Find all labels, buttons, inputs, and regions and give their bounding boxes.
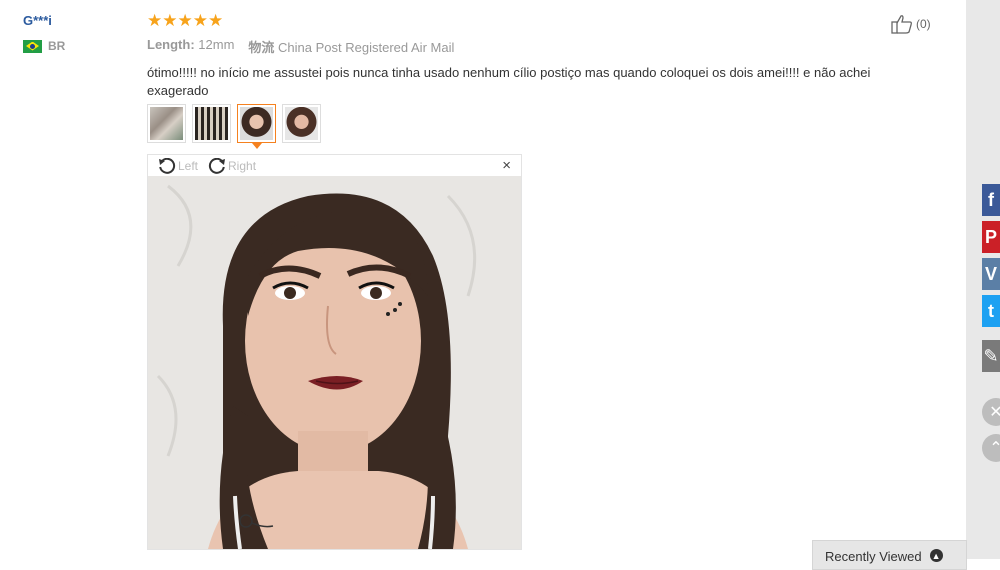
length-value: 12mm [198, 37, 235, 52]
selfie-photo-2 [285, 107, 318, 140]
facebook-share-button[interactable]: f [982, 184, 1000, 216]
edit-icon: ✎ [983, 345, 999, 366]
brazil-flag-icon [23, 39, 42, 53]
chevron-up-icon: ⌃ [989, 440, 1000, 457]
pinterest-share-button[interactable]: P [982, 221, 1000, 253]
review-text: ótimo!!!!! no início me assustei pois nu… [147, 65, 871, 98]
review-meta: Length: 12mm 物流 China Post Registered Ai… [147, 37, 907, 56]
rotate-right-icon [208, 157, 226, 174]
rotate-left-label: Left [178, 158, 199, 173]
reviewer-info: G***i BR [23, 13, 65, 53]
edit-button[interactable]: ✎ [982, 340, 1000, 372]
review-body: ★★★★★ Length: 12mm 物流 China Post Registe… [147, 11, 907, 149]
reviewer-name[interactable]: G***i [23, 13, 65, 28]
reviewer-country: BR [23, 39, 65, 53]
facebook-icon: f [988, 189, 994, 210]
rotate-left-icon [159, 157, 176, 174]
review-thumbnail-active[interactable] [237, 104, 276, 149]
shipping-label: 物流 [248, 40, 275, 55]
shipping-value: China Post Registered Air Mail [278, 40, 455, 55]
rotate-left-button[interactable]: Left [158, 157, 199, 174]
selfie-photo-1 [240, 107, 273, 140]
star-rating: ★★★★★ [147, 11, 224, 30]
review-thumbnail[interactable] [282, 104, 321, 143]
lashes-tray-photo [195, 107, 228, 140]
thumbs-up-icon [891, 15, 912, 34]
rotate-right-button[interactable]: Right [208, 157, 257, 174]
image-viewer: Left Right × [147, 154, 522, 550]
vk-icon: V [984, 263, 997, 284]
viewer-toolbar: Left Right × [148, 155, 521, 176]
review-thumbnail[interactable] [147, 104, 186, 143]
pinterest-icon: P [984, 226, 997, 247]
country-code: BR [48, 39, 66, 53]
helpful-count: (0) [916, 17, 931, 31]
length-label: Length: [147, 37, 195, 52]
rotate-right-label: Right [228, 158, 257, 173]
review-photo [148, 176, 521, 549]
helpful-button[interactable]: (0) [891, 14, 931, 34]
review-thumbnails [147, 104, 907, 149]
recently-viewed-tab[interactable]: Recently Viewed ▲ [812, 540, 967, 570]
vk-share-button[interactable]: V [982, 258, 1000, 290]
close-icon[interactable]: × [502, 158, 511, 173]
close-circle-icon: ✕ [989, 404, 1000, 421]
lashes-box-photo [150, 107, 183, 140]
selfie-image [148, 176, 521, 549]
chevron-up-circle-icon: ▲ [929, 549, 943, 562]
recently-viewed-label: Recently Viewed [825, 549, 922, 564]
twitter-share-button[interactable]: t [982, 295, 1000, 327]
twitter-icon: t [988, 300, 994, 321]
review-thumbnail[interactable] [192, 104, 231, 143]
